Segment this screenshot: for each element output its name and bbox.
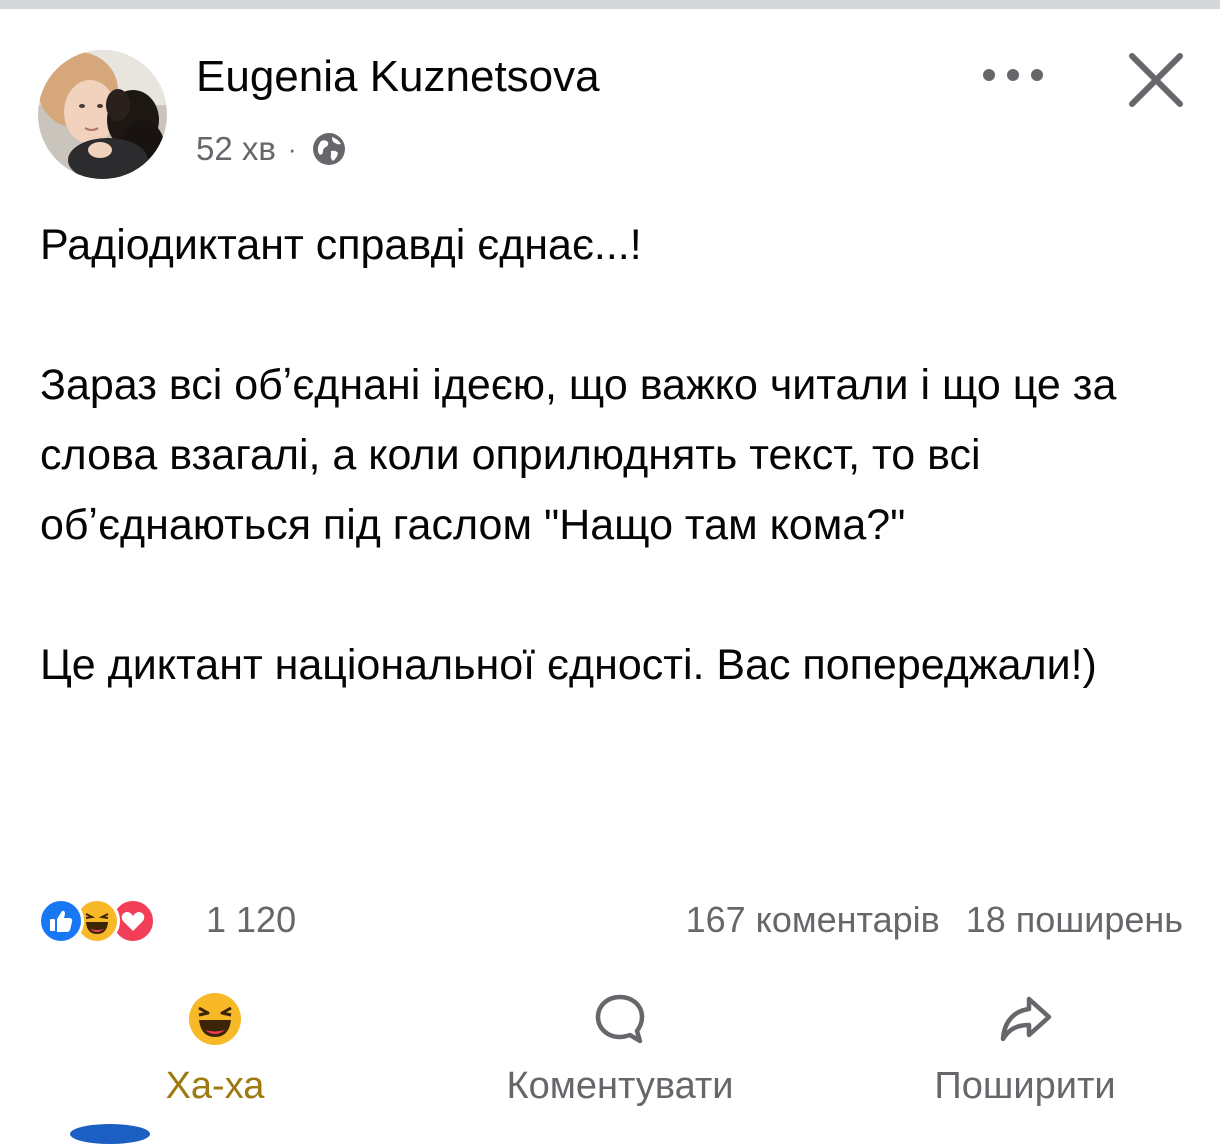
next-avatar-peek [70,1124,150,1144]
author-avatar[interactable] [38,50,167,179]
meta-separator: · [287,133,297,164]
reaction-icons[interactable] [38,898,156,944]
post-time[interactable]: 52 хв [196,130,276,168]
like-icon [38,898,84,944]
post-paragraph: Зараз всі обʼєднані ідеєю, що важко чита… [40,361,1129,549]
share-icon [995,989,1055,1049]
comment-icon [590,989,650,1049]
share-label: Поширити [934,1065,1116,1107]
haha-button[interactable]: Ха-ха [130,975,300,1115]
haha-icon [185,989,245,1049]
post-body: Радіодиктант справді єднає...! Зараз всі… [40,210,1190,700]
reactions-summary: 1 120 167 коментарів 18 поширень [38,892,1183,952]
close-button[interactable] [1118,42,1193,117]
comments-count[interactable]: 167 коментарів [686,896,940,944]
haha-label: Ха-ха [165,1065,265,1107]
reactions-count[interactable]: 1 120 [206,896,296,944]
post-stats: 167 коментарів 18 поширень [686,896,1183,944]
post-meta: 52 хв · [196,128,347,170]
more-options-button[interactable] [973,50,1053,100]
post-header: Eugenia Kuznetsova 52 хв · [38,50,1188,180]
post-paragraph: Радіодиктант справді єднає...! [40,221,642,269]
post-actions-bar: Ха-ха Коментувати Поширити [0,975,1220,1125]
close-icon [1128,52,1183,107]
globe-icon [311,131,347,167]
share-button[interactable]: Поширити [900,975,1150,1115]
comment-button[interactable]: Коментувати [470,975,770,1115]
author-name[interactable]: Eugenia Kuznetsova [196,51,600,103]
comment-label: Коментувати [506,1065,734,1107]
more-dots-icon [983,69,1043,81]
shares-count[interactable]: 18 поширень [966,896,1183,944]
top-divider [0,0,1220,9]
post-paragraph: Це диктант національної єдності. Вас поп… [40,641,1097,689]
